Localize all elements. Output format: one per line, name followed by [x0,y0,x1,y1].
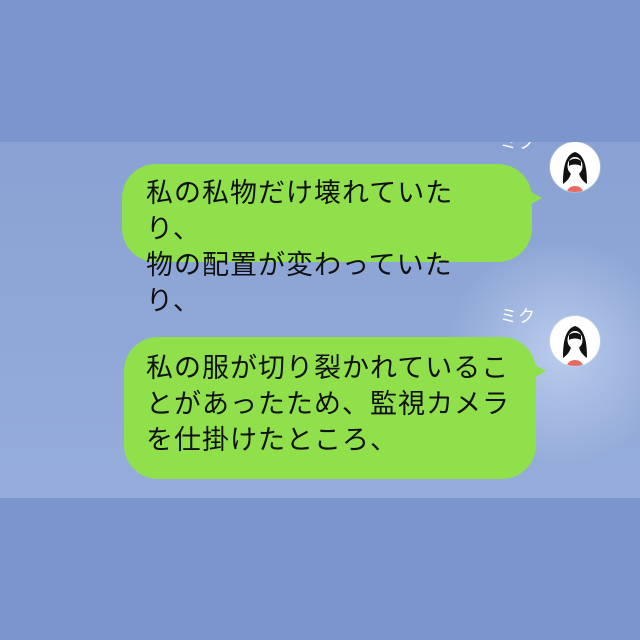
girl-avatar-icon [550,142,600,192]
app-screen: ミク 私の私物だけ壊れていたり、 物の配置が変わっていたり、 ミク 私の服が切り… [0,0,640,640]
message-bubble: 私の私物だけ壊れていたり、 物の配置が変わっていたり、 [122,164,542,317]
message-bubble: 私の服が切り裂かれているこ とがあったため、監視カメラ を仕掛けたところ、 [124,337,546,479]
avatar[interactable] [550,142,600,192]
sender-name: ミク [500,307,536,327]
sender-name: ミク [500,142,536,153]
chat-area: ミク 私の私物だけ壊れていたり、 物の配置が変わっていたり、 ミク 私の服が切り… [0,142,640,498]
avatar[interactable] [550,316,600,366]
girl-avatar-icon [550,316,600,366]
